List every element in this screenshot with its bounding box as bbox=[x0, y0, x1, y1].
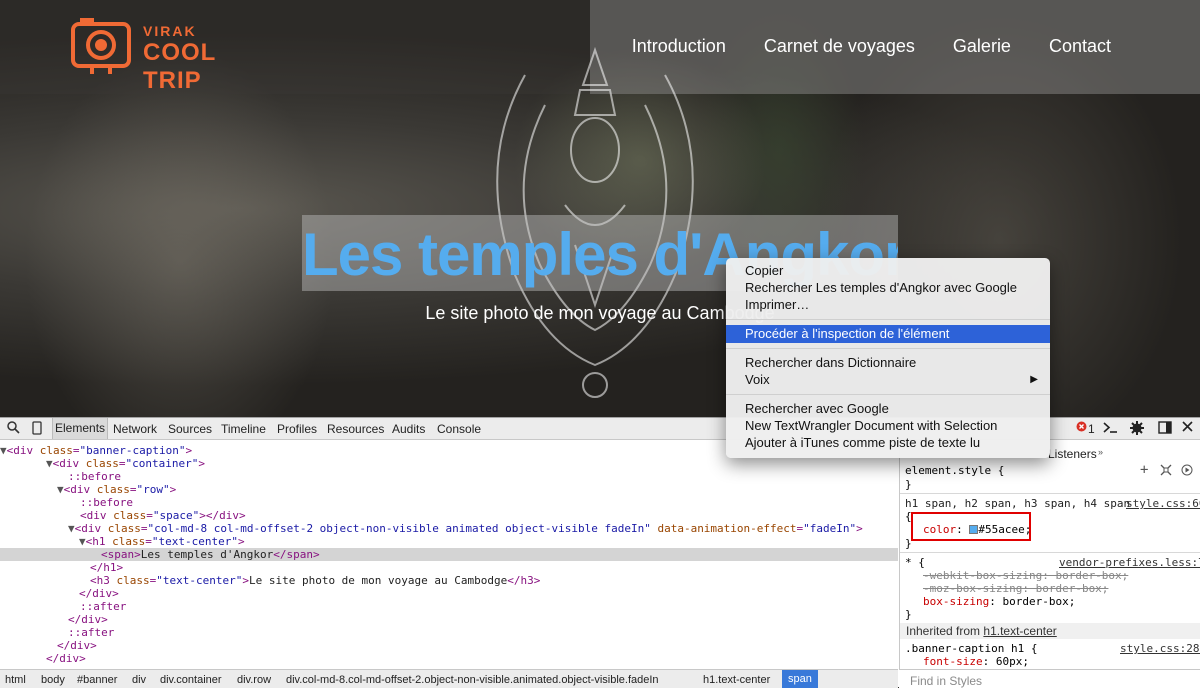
menu-item-dictionnaire[interactable]: Rechercher dans Dictionnaire bbox=[726, 354, 1050, 372]
dom-line[interactable]: </div> bbox=[0, 652, 898, 665]
rule3-selector[interactable]: .banner-caption h1 { bbox=[905, 642, 1037, 655]
crumb-banner[interactable]: #banner bbox=[77, 674, 117, 686]
dock-side-icon[interactable] bbox=[1158, 421, 1172, 437]
nav-carnet[interactable]: Carnet de voyages bbox=[764, 36, 915, 57]
element-style-selector[interactable]: element.style { bbox=[905, 464, 1004, 477]
dom-line[interactable]: </div> bbox=[0, 613, 898, 626]
add-rule-icon[interactable]: + bbox=[1140, 463, 1148, 477]
tab-sources[interactable]: Sources bbox=[168, 422, 212, 436]
gear-icon[interactable] bbox=[1130, 421, 1144, 438]
dom-line[interactable]: ::after bbox=[0, 626, 898, 639]
breadcrumb: html body #banner div div.container div.… bbox=[0, 669, 898, 688]
rule2-selector[interactable]: * { bbox=[905, 556, 925, 569]
dom-line[interactable]: ▼<div class="container"> bbox=[0, 457, 898, 470]
dom-line[interactable]: ▼<div class="row"> bbox=[0, 483, 898, 496]
rule2-source-link[interactable]: vendor-prefixes.less:76 bbox=[1059, 556, 1200, 569]
menu-item-search-google-selection[interactable]: Rechercher Les temples d'Angkor avec Goo… bbox=[726, 279, 1050, 297]
error-count: 1 bbox=[1088, 422, 1095, 436]
dom-line[interactable]: </div> bbox=[0, 639, 898, 652]
logo-line1: VIRAK bbox=[143, 23, 197, 39]
camera-logo-icon bbox=[71, 18, 131, 74]
dom-line[interactable]: ::before bbox=[0, 470, 898, 483]
menu-item-textwrangler[interactable]: New TextWrangler Document with Selection bbox=[726, 417, 1050, 435]
rule3-declaration[interactable]: font-size: 60px; bbox=[923, 655, 1029, 668]
menu-item-inspect[interactable]: Procéder à l'inspection de l'élément bbox=[726, 325, 1050, 343]
menu-item-imprimer[interactable]: Imprimer… bbox=[726, 296, 1050, 314]
rule2-prop-webkit[interactable]: -webkit-box-sizing: border-box; bbox=[923, 569, 1128, 582]
menu-item-search-google[interactable]: Rechercher avec Google bbox=[726, 400, 1050, 418]
dom-line[interactable]: ::before bbox=[0, 496, 898, 509]
styles-pane: Listeners » element.style { + } h1 span,… bbox=[899, 441, 1200, 688]
dom-tree[interactable]: ▼<div class="banner-caption"> ▼<div clas… bbox=[0, 441, 898, 669]
highlight-box bbox=[911, 512, 1031, 541]
tab-network[interactable]: Network bbox=[113, 422, 157, 436]
console-drawer-icon[interactable] bbox=[1102, 421, 1118, 437]
tab-elements[interactable]: Elements bbox=[52, 418, 109, 439]
animations-icon[interactable] bbox=[1181, 464, 1193, 477]
crumb-span[interactable]: span bbox=[782, 670, 818, 688]
inherited-header: Inherited from h1.text-center bbox=[900, 623, 1200, 639]
error-icon[interactable] bbox=[1076, 421, 1087, 435]
find-in-styles-input[interactable]: Find in Styles bbox=[899, 669, 1200, 688]
dom-line[interactable]: </h1> bbox=[0, 561, 898, 574]
nav-contact[interactable]: Contact bbox=[1049, 36, 1111, 57]
logo-line2: COOL TRIP bbox=[143, 39, 216, 94]
close-icon[interactable] bbox=[1182, 421, 1193, 435]
dom-line[interactable]: ▼<h1 class="text-center"> bbox=[0, 535, 898, 548]
crumb-col[interactable]: div.col-md-8.col-md-offset-2.object-non-… bbox=[286, 674, 659, 686]
rule1-selector[interactable]: h1 span, h2 span, h3 span, h4 span bbox=[905, 497, 1130, 510]
dom-line[interactable]: <div class="space"></div> bbox=[0, 509, 898, 522]
tab-resources[interactable]: Resources bbox=[327, 422, 384, 436]
crumb-html[interactable]: html bbox=[5, 674, 26, 686]
nav-galerie[interactable]: Galerie bbox=[953, 36, 1011, 57]
crumb-body[interactable]: body bbox=[41, 674, 65, 686]
crumb-div[interactable]: div bbox=[132, 674, 146, 686]
toggle-state-icon[interactable] bbox=[1160, 464, 1172, 477]
dom-line[interactable]: ▼<div class="col-md-8 col-md-offset-2 ob… bbox=[0, 522, 898, 535]
dom-line-selected[interactable]: <span>Les temples d'Angkor</span> bbox=[0, 548, 898, 561]
tab-timeline[interactable]: Timeline bbox=[221, 422, 266, 436]
tab-audits[interactable]: Audits bbox=[392, 422, 425, 436]
menu-item-itunes[interactable]: Ajouter à iTunes comme piste de texte lu bbox=[726, 434, 1050, 452]
dom-line[interactable]: ::after bbox=[0, 600, 898, 613]
menu-item-copier[interactable]: Copier bbox=[726, 262, 1050, 280]
submenu-arrow-icon: ▶ bbox=[1030, 374, 1038, 385]
site-logo[interactable]: VIRAK COOL TRIP bbox=[70, 14, 280, 94]
context-menu: Copier Rechercher Les temples d'Angkor a… bbox=[726, 258, 1050, 458]
tab-listeners[interactable]: Listeners bbox=[1048, 447, 1097, 461]
device-mode-icon[interactable] bbox=[32, 421, 42, 438]
rule2-declaration[interactable]: box-sizing: border-box; bbox=[923, 595, 1075, 608]
rule3-source-link[interactable]: style.css:288 bbox=[1120, 642, 1200, 655]
tab-profiles[interactable]: Profiles bbox=[277, 422, 317, 436]
rule1-source-link[interactable]: style.css:60 bbox=[1126, 497, 1200, 510]
crumb-row[interactable]: div.row bbox=[237, 674, 271, 686]
menu-item-voix[interactable]: Voix ▶ bbox=[726, 371, 1050, 389]
inherited-link[interactable]: h1.text-center bbox=[983, 624, 1056, 638]
tab-console[interactable]: Console bbox=[437, 422, 481, 436]
crumb-container[interactable]: div.container bbox=[160, 674, 222, 686]
rule2-prop-moz[interactable]: -moz-box-sizing: border-box; bbox=[923, 582, 1108, 595]
dom-line[interactable]: <h3 class="text-center">Le site photo de… bbox=[0, 574, 898, 587]
dom-line[interactable]: </div> bbox=[0, 587, 898, 600]
crumb-h1[interactable]: h1.text-center bbox=[703, 674, 770, 686]
search-icon[interactable] bbox=[7, 421, 20, 437]
